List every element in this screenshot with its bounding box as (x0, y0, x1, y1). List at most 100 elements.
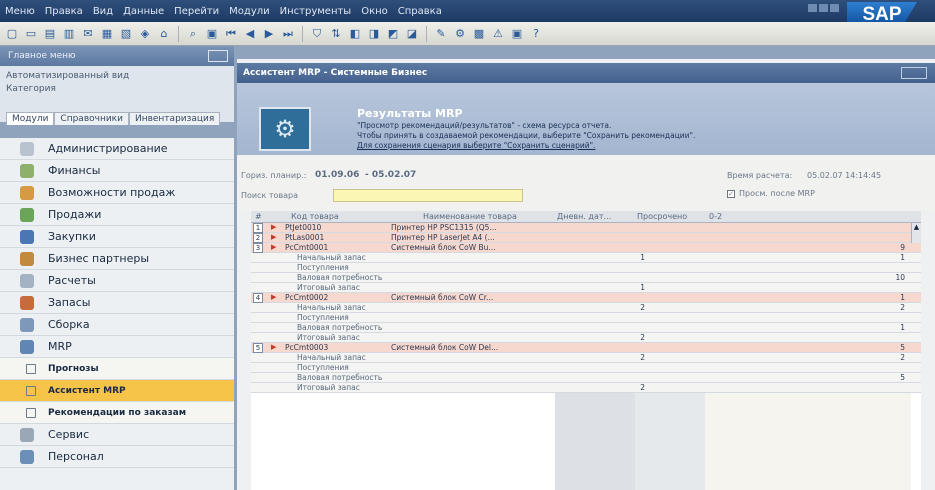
column-header[interactable]: Дневн. дат... (557, 212, 611, 221)
target-doc-icon[interactable]: ◨ (366, 26, 382, 42)
item-detail-row[interactable]: Начальный запас 2 2 (251, 303, 921, 313)
minimize-button[interactable] (808, 4, 817, 12)
item-code-link[interactable]: PtJet0010 (285, 223, 321, 232)
prev-record-icon[interactable]: ◀ (242, 26, 258, 42)
sidebar-item[interactable]: Закупки (0, 226, 234, 248)
row-number[interactable]: 5 (253, 343, 263, 353)
item-row[interactable]: 5 ▶ PcCmt0003 Системный блок CoW Del... 5 (251, 343, 921, 353)
tab-inventory[interactable]: Инвентаризация (128, 112, 221, 125)
grid-scrollbar[interactable]: ▲ (911, 223, 921, 243)
menu-item[interactable]: Окно (356, 6, 393, 17)
tab-modules[interactable]: Модули (6, 112, 55, 125)
overdue-qty: 2 (640, 383, 645, 392)
sidebar-item-label: Бизнес партнеры (48, 252, 149, 265)
gross-profit-icon[interactable]: ◩ (385, 26, 401, 42)
item-detail-row[interactable]: Поступления (251, 263, 921, 273)
sidebar-item-label: Рекомендации по заказам (48, 407, 187, 418)
sidebar-item-label: Прогнозы (48, 363, 99, 374)
item-row[interactable]: 4 ▶ PcCmt0002 Системный блок CoW Cr... 1 (251, 293, 921, 303)
pen-icon[interactable]: ✎ (433, 26, 449, 42)
window-controls-button[interactable] (901, 67, 927, 79)
row-number[interactable]: 3 (253, 243, 263, 253)
item-detail-row[interactable]: Поступления (251, 363, 921, 373)
payment-icon[interactable]: ◪ (404, 26, 420, 42)
menu-item[interactable]: Инструменты (275, 6, 357, 17)
sidebar-item[interactable]: Прогнозы (0, 358, 234, 380)
item-detail-row[interactable]: Валовая потребность 5 (251, 373, 921, 383)
column-header[interactable]: Наименование товара (423, 212, 517, 221)
item-row[interactable]: 2 ▶ PtLas0001 Принтер HP LaserJet A4 (... (251, 233, 921, 243)
expand-arrow-icon[interactable]: ▶ (271, 223, 276, 231)
panel-close-button[interactable] (208, 50, 228, 62)
sidebar-item[interactable]: Сервис (0, 424, 234, 446)
column-header[interactable]: Просрочено (637, 212, 687, 221)
sidebar-item[interactable]: Персонал (0, 446, 234, 468)
column-header[interactable]: # (255, 212, 262, 221)
grid-header: # Код товара Наименование товара Дневн. … (251, 211, 921, 223)
sidebar-item[interactable]: Финансы (0, 160, 234, 182)
sidebar-item[interactable]: Расчеты (0, 270, 234, 292)
chart-icon[interactable]: ▩ (471, 26, 487, 42)
detail-label: Валовая потребность (297, 373, 383, 382)
service-icon (20, 427, 34, 442)
column-header[interactable]: Код товара (291, 212, 339, 221)
item-code-link[interactable]: PtLas0001 (285, 233, 324, 242)
sidebar-item[interactable]: Бизнес партнеры (0, 248, 234, 270)
item-detail-row[interactable]: Начальный запас 1 1 (251, 253, 921, 263)
base-doc-icon[interactable]: ◧ (347, 26, 363, 42)
view-after-mrp-checkbox[interactable]: ✓ Просм. после MRP (727, 189, 815, 198)
help-icon[interactable]: ? (528, 26, 544, 42)
item-code-link[interactable]: PcCmt0001 (285, 243, 328, 252)
tools-icon[interactable]: ⚙ (452, 26, 468, 42)
row-number[interactable]: 1 (253, 223, 263, 233)
next-record-icon[interactable]: ▶ (261, 26, 277, 42)
sidebar-item[interactable]: Возможности продаж (0, 182, 234, 204)
filter-icon[interactable]: ⛉ (309, 26, 325, 42)
tab-references[interactable]: Справочники (54, 112, 129, 125)
sidebar-item[interactable]: Рекомендации по заказам (0, 402, 234, 424)
item-detail-row[interactable]: Итоговый запас 1 (251, 283, 921, 293)
item-detail-row[interactable]: Начальный запас 2 2 (251, 353, 921, 363)
item-code-link[interactable]: PcCmt0002 (285, 293, 328, 302)
alert-icon[interactable]: ⚠ (490, 26, 506, 42)
row-number[interactable]: 2 (253, 233, 263, 243)
calc-time-value: 05.02.07 14:14:45 (807, 171, 882, 180)
item-detail-row[interactable]: Поступления (251, 313, 921, 323)
sort-icon[interactable]: ⇅ (328, 26, 344, 42)
mrp-gear-icon: ⚙ (259, 107, 311, 151)
menu-item[interactable]: Справка (393, 6, 447, 17)
expand-arrow-icon[interactable]: ▶ (271, 233, 276, 241)
sidebar-item[interactable]: MRP (0, 336, 234, 358)
detail-label: Итоговый запас (297, 333, 360, 342)
detail-label: Итоговый запас (297, 283, 360, 292)
last-record-icon[interactable]: ⏭ (280, 26, 296, 42)
finance-icon (20, 163, 34, 178)
window-icon[interactable]: ▣ (509, 26, 525, 42)
item-row[interactable]: 3 ▶ PcCmt0001 Системный блок CoW Bu... 9 (251, 243, 921, 253)
row-number[interactable]: 4 (253, 293, 263, 303)
item-row[interactable]: 1 ▶ PtJet0010 Принтер HP PSC1315 (Q5... (251, 223, 921, 233)
period-qty: 1 (900, 253, 905, 262)
sidebar-item[interactable]: Продажи (0, 204, 234, 226)
item-detail-row[interactable]: Валовая потребность 10 (251, 273, 921, 283)
expand-arrow-icon[interactable]: ▶ (271, 343, 276, 351)
item-search-input[interactable] (333, 189, 523, 202)
maximize-button[interactable] (819, 4, 828, 12)
item-detail-row[interactable]: Итоговый запас 2 (251, 333, 921, 343)
expand-arrow-icon[interactable]: ▶ (271, 243, 276, 251)
detail-label: Начальный запас (297, 353, 366, 362)
checkbox-icon[interactable]: ✓ (727, 189, 735, 198)
column-header[interactable]: 0-2 (709, 212, 722, 221)
item-detail-row[interactable]: Итоговый запас 2 (251, 383, 921, 393)
sidebar-item[interactable]: Администрирование (0, 138, 234, 160)
sidebar-item[interactable]: Сборка (0, 314, 234, 336)
expand-arrow-icon[interactable]: ▶ (271, 293, 276, 301)
item-name: Системный блок CoW Del... (391, 343, 499, 352)
close-button[interactable] (830, 4, 839, 12)
sidebar-item[interactable]: Запасы (0, 292, 234, 314)
item-code-link[interactable]: PcCmt0003 (285, 343, 328, 352)
window-title-bar: Ассистент MRP - Системные Бизнес (237, 63, 935, 83)
main-menu-header-line: Автоматизированный вид (6, 71, 130, 81)
sidebar-item[interactable]: Ассистент MRP (0, 380, 234, 402)
item-detail-row[interactable]: Валовая потребность 1 (251, 323, 921, 333)
